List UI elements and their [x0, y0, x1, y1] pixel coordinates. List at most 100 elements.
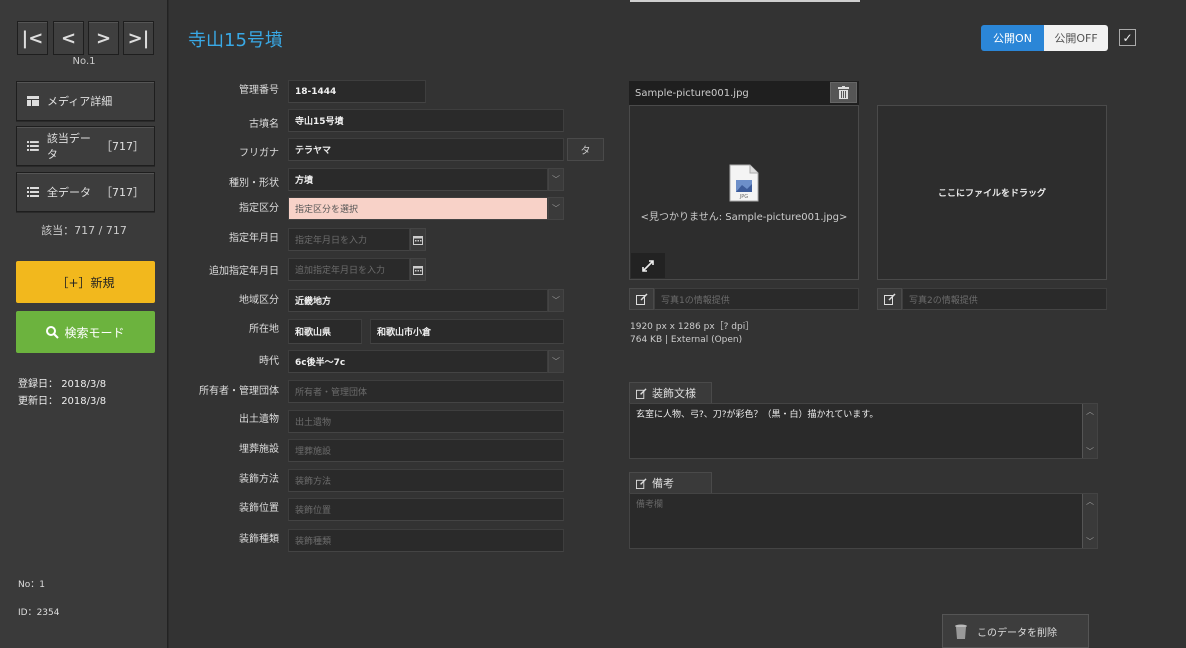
public-on-toggle[interactable]: 公開ON	[981, 25, 1044, 51]
trash-icon	[955, 624, 967, 639]
sidebar: |< < > >| No.1 メディア詳細 該当データ ［717］ 全データ ［…	[0, 0, 168, 648]
decoration-pattern-button[interactable]: 装飾文様	[629, 382, 712, 404]
era-label: 時代	[259, 356, 279, 367]
search-mode-button[interactable]: 検索モード	[16, 311, 155, 353]
next-record-button[interactable]: >	[88, 21, 119, 55]
additional-date-field[interactable]: 追加指定年月日を入力	[288, 258, 410, 281]
management-no-field[interactable]: 18-1444	[288, 80, 426, 103]
prev-record-button[interactable]: <	[53, 21, 84, 55]
remarks-placeholder: 備考欄	[636, 500, 664, 510]
public-off-toggle[interactable]: 公開OFF	[1044, 25, 1108, 51]
type-shape-label: 種別・形状	[229, 178, 279, 189]
edit-photo1-info-button[interactable]	[629, 288, 654, 310]
remarks-textarea[interactable]: 備考欄 ︿ ﹀	[629, 493, 1098, 549]
chevron-down-icon[interactable]: ﹀	[548, 350, 564, 373]
search-icon	[46, 325, 60, 339]
furigana-convert-button[interactable]: タ	[567, 138, 604, 161]
matched-data-button[interactable]: 該当データ ［717］	[16, 126, 155, 166]
new-record-label: ［+］新規	[56, 275, 115, 290]
edit-icon	[883, 293, 896, 305]
location-label: 所在地	[249, 324, 279, 335]
photo2-info-field[interactable]: 写真2の情報提供	[902, 288, 1107, 310]
matched-data-label: 該当データ	[46, 132, 91, 161]
furigana-label: フリガナ	[239, 148, 279, 159]
excavated-label: 出土遺物	[239, 414, 279, 425]
deco-method-label: 装飾方法	[239, 474, 279, 485]
all-data-button[interactable]: 全データ ［717］	[16, 172, 155, 212]
match-count-summary: 該当：717 / 717	[41, 224, 127, 237]
scrollbar[interactable]: ︿ ﹀	[1082, 404, 1097, 458]
excavated-field[interactable]: 出土遺物	[288, 410, 564, 433]
image-dimensions: 1920 px x 1286 px［? dpi］	[630, 322, 755, 332]
designation-select[interactable]: 指定区分を選択	[288, 197, 548, 220]
list-icon	[27, 187, 39, 197]
record-no-footer: No：1	[18, 580, 45, 590]
prefecture-field[interactable]: 和歌山県	[288, 319, 362, 344]
media-detail-label: メディア詳細	[47, 95, 113, 108]
chevron-down-icon[interactable]: ﹀	[548, 289, 564, 312]
decoration-pattern-textarea[interactable]: 玄室に人物、弓?、刀?が彩色？（黒・白）描かれています。 ︿ ﹀	[629, 403, 1098, 459]
designation-label: 指定区分	[239, 203, 279, 214]
calendar-icon[interactable]	[410, 228, 426, 251]
deco-type-label: 装飾種類	[239, 534, 279, 545]
additional-date-label: 追加指定年月日	[209, 266, 279, 277]
updated-date: 更新日： 2018/3/8	[18, 396, 107, 407]
scroll-down-icon[interactable]: ﹀	[1083, 444, 1097, 458]
calendar-icon[interactable]	[410, 258, 426, 281]
last-record-button[interactable]: >|	[123, 21, 154, 55]
designation-date-field[interactable]: 指定年月日を入力	[288, 228, 410, 251]
deco-position-label: 装飾位置	[239, 503, 279, 514]
matched-count: ［717］	[101, 140, 144, 153]
scroll-up-icon[interactable]: ︿	[1083, 404, 1097, 418]
scroll-up-icon[interactable]: ︿	[1083, 494, 1097, 508]
media-detail-button[interactable]: メディア詳細	[16, 81, 155, 121]
delete-record-button[interactable]: このデータを削除	[942, 614, 1089, 648]
new-record-button[interactable]: ［+］新規	[16, 261, 155, 303]
city-field[interactable]: 和歌山市小倉	[370, 319, 564, 344]
chevron-down-icon[interactable]: ﹀	[548, 197, 564, 220]
svg-text:JPG: JPG	[739, 194, 748, 200]
type-shape-select[interactable]: 方墳	[288, 168, 548, 191]
edit-icon	[635, 293, 648, 305]
image-not-found-message: <見つかりません: Sample-picture001.jpg>	[640, 212, 848, 223]
burial-field[interactable]: 埋葬施設	[288, 439, 564, 462]
era-select[interactable]: 6c後半〜7c	[288, 350, 548, 373]
page-title: 寺山15号墳	[188, 30, 283, 51]
scrollbar[interactable]: ︿ ﹀	[1082, 494, 1097, 548]
registered-date: 登録日： 2018/3/8	[18, 379, 107, 390]
edit-icon	[636, 387, 647, 399]
burial-label: 埋葬施設	[239, 444, 279, 455]
scroll-down-icon[interactable]: ﹀	[1083, 534, 1097, 548]
confirm-checkbox[interactable]: ✓	[1119, 29, 1136, 46]
region-label: 地域区分	[239, 295, 279, 306]
check-icon: ✓	[1122, 30, 1133, 45]
chevron-down-icon[interactable]: ﹀	[548, 168, 564, 191]
deco-position-field[interactable]: 装飾位置	[288, 498, 564, 521]
furigana-field[interactable]: テラヤマ	[288, 138, 564, 161]
trash-icon	[838, 86, 849, 99]
media-filename: Sample-picture001.jpg	[629, 81, 859, 105]
deco-method-field[interactable]: 装飾方法	[288, 469, 564, 492]
list-icon	[27, 141, 39, 151]
delete-media-button[interactable]	[830, 82, 857, 103]
expand-button[interactable]	[631, 253, 665, 278]
remarks-button[interactable]: 備考	[629, 472, 712, 494]
record-id-footer: ID：2354	[18, 608, 60, 618]
region-select[interactable]: 近畿地方	[288, 289, 548, 312]
photo1-info-field[interactable]: 写真1の情報提供	[654, 288, 859, 310]
first-record-button[interactable]: |<	[17, 21, 48, 55]
top-indicator	[630, 0, 860, 2]
deco-type-field[interactable]: 装飾種類	[288, 529, 564, 552]
edit-photo2-info-button[interactable]	[877, 288, 902, 310]
decoration-pattern-text: 玄室に人物、弓?、刀?が彩色？（黒・白）描かれています。	[636, 410, 879, 420]
search-mode-label: 検索モード	[64, 325, 125, 340]
table-icon	[27, 96, 39, 106]
decoration-pattern-label: 装飾文様	[652, 387, 696, 400]
tumulus-name-field[interactable]: 寺山15号墳	[288, 109, 564, 132]
owner-label: 所有者・管理団体	[199, 386, 279, 397]
owner-field[interactable]: 所有者・管理団体	[288, 380, 564, 403]
jpg-file-icon: JPG	[729, 164, 759, 202]
expand-icon	[642, 259, 654, 272]
all-data-label: 全データ	[47, 186, 91, 199]
file-drop-zone[interactable]: ここにファイルをドラッグ	[877, 105, 1107, 280]
